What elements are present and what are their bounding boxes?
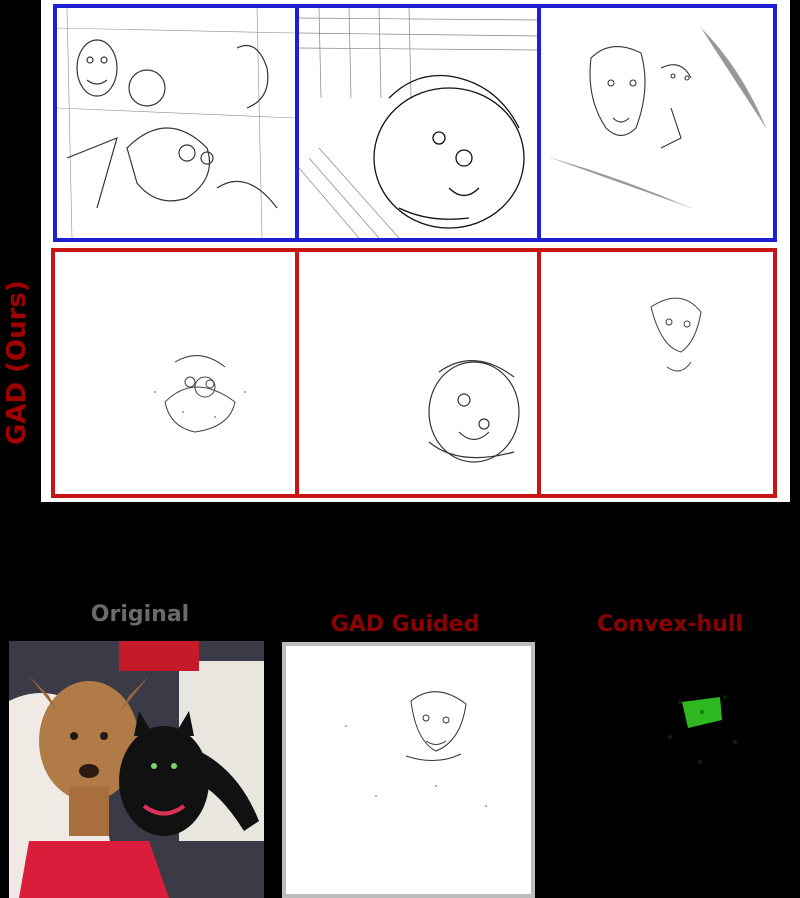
convex-hull-image: [560, 642, 800, 898]
gad-guided-image: [282, 642, 535, 898]
edge-sketch-graphic: [57, 8, 295, 238]
ours-row-image-3: [537, 248, 777, 498]
gad-guided-saliency-graphic: [345, 691, 487, 807]
edge-sketch-graphic: [550, 27, 767, 209]
gad-saliency-graphic: [650, 297, 702, 372]
original-photo: [9, 641, 264, 898]
edge-sketch-graphic: [299, 8, 537, 238]
top-row-image-3: [537, 4, 777, 242]
ours-row-image-1: [51, 248, 299, 498]
caption-original: Original: [90, 602, 190, 627]
ours-row-image-2: [295, 248, 541, 498]
convex-hull-graphic: [668, 695, 737, 764]
top-row-image-2: [295, 4, 541, 242]
gad-saliency-graphic: [154, 355, 246, 433]
gad-saliency-graphic: [428, 360, 520, 463]
dog-and-cat-photo-graphic: [9, 641, 264, 898]
top-row-image-1: [53, 4, 299, 242]
row-label-gad-ours: GAD (Ours): [2, 280, 32, 445]
